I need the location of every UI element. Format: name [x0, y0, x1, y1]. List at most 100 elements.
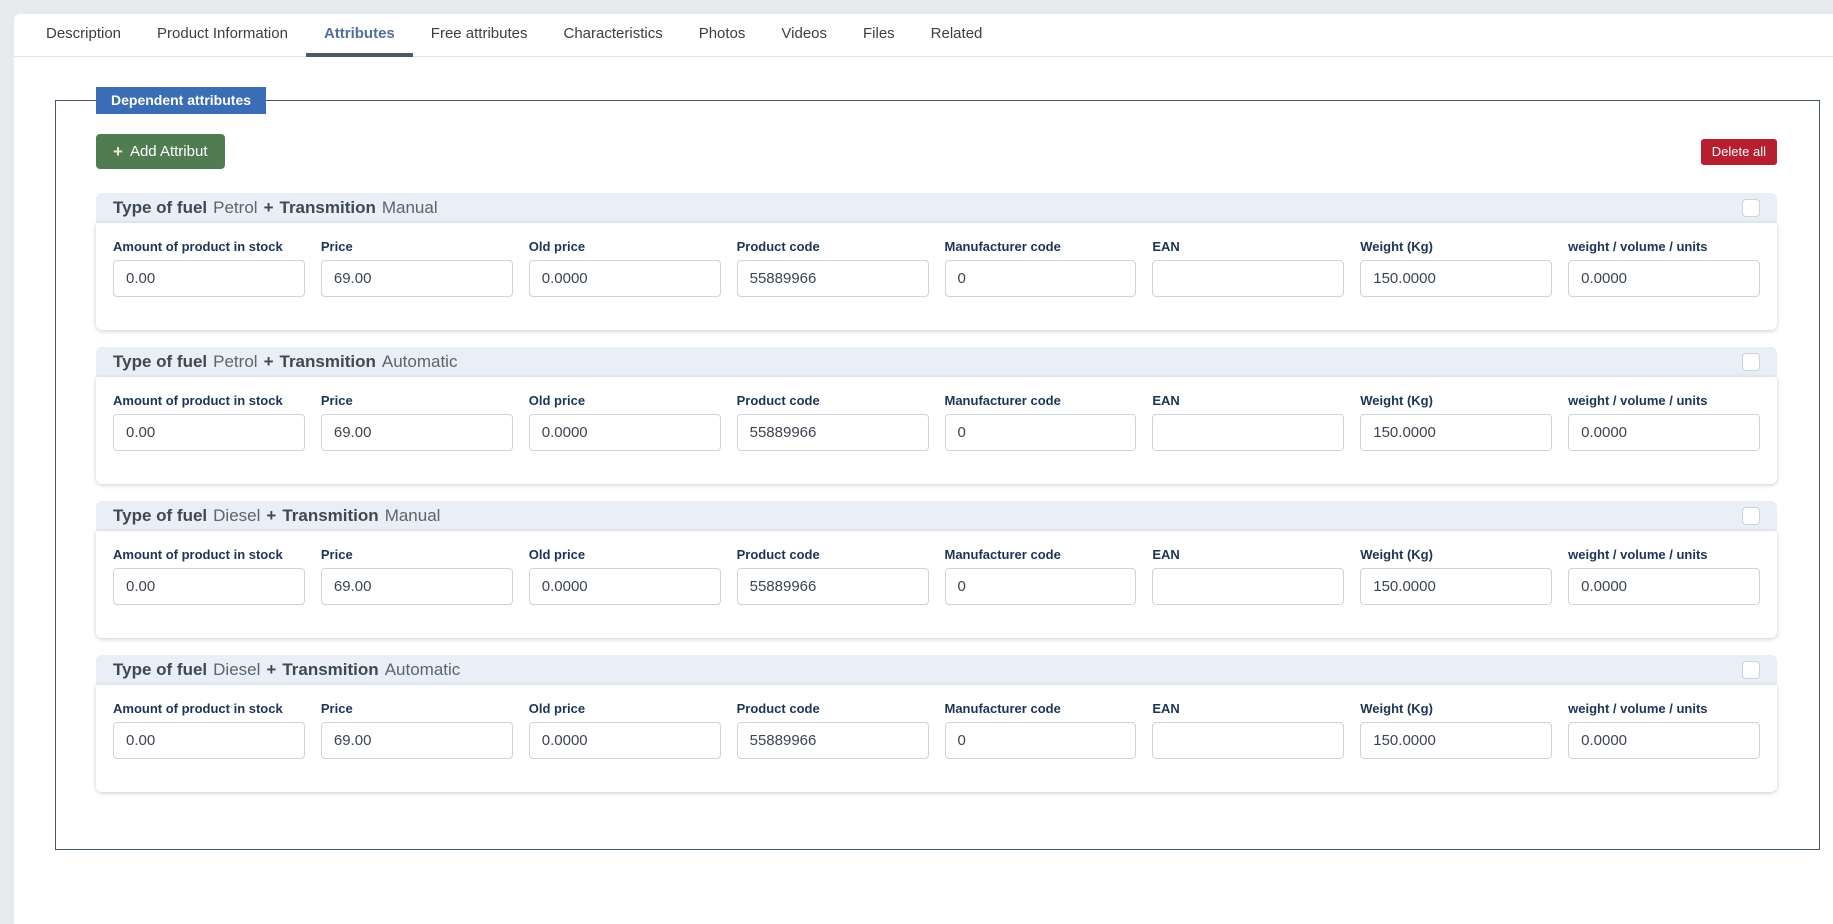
field-input[interactable]: [113, 568, 305, 605]
group-trans-label: Transmition: [282, 506, 378, 526]
group-fuel-value: Diesel: [213, 506, 260, 526]
field-label: weight / volume / units: [1568, 239, 1760, 254]
plus-icon: +: [113, 143, 123, 160]
field: Price: [321, 701, 513, 759]
field-input[interactable]: [529, 722, 721, 759]
field-input[interactable]: [737, 414, 929, 451]
field: Weight (Kg): [1360, 239, 1552, 297]
field: Manufacturer code: [945, 393, 1137, 451]
field-label: EAN: [1152, 547, 1344, 562]
field-label: Price: [321, 239, 513, 254]
content-card: Description Product Information Attribut…: [14, 14, 1833, 924]
group-select-checkbox[interactable]: [1742, 507, 1760, 525]
group-select-checkbox[interactable]: [1742, 661, 1760, 679]
field: Amount of product in stock: [113, 393, 305, 451]
group-select-checkbox[interactable]: [1742, 199, 1760, 217]
field-input[interactable]: [737, 260, 929, 297]
field-input[interactable]: [945, 260, 1137, 297]
field-label: Manufacturer code: [945, 547, 1137, 562]
add-attribute-button[interactable]: + Add Attribut: [96, 134, 225, 169]
field: EAN: [1152, 701, 1344, 759]
tab-free-attributes[interactable]: Free attributes: [413, 14, 546, 57]
tab-related[interactable]: Related: [913, 14, 1001, 57]
field-input[interactable]: [529, 568, 721, 605]
field-label: Amount of product in stock: [113, 239, 305, 254]
tab-characteristics[interactable]: Characteristics: [546, 14, 681, 57]
field-label: Weight (Kg): [1360, 547, 1552, 562]
dependent-attributes-panel: Dependent attributes + Add Attribut Dele…: [55, 100, 1820, 850]
field-input[interactable]: [1152, 414, 1344, 451]
field: Product code: [737, 239, 929, 297]
field-label: weight / volume / units: [1568, 547, 1760, 562]
field-input[interactable]: [529, 414, 721, 451]
field-input[interactable]: [1360, 260, 1552, 297]
field-input[interactable]: [945, 414, 1137, 451]
tab-description[interactable]: Description: [28, 14, 139, 57]
tab-photos[interactable]: Photos: [681, 14, 764, 57]
field-label: Old price: [529, 393, 721, 408]
field: Manufacturer code: [945, 701, 1137, 759]
add-attribute-label: Add Attribut: [130, 143, 208, 160]
field-label: Product code: [737, 701, 929, 716]
tab-product-information[interactable]: Product Information: [139, 14, 306, 57]
field-label: Weight (Kg): [1360, 701, 1552, 716]
field: Weight (Kg): [1360, 547, 1552, 605]
attribute-group-header: Type of fuel Diesel + Transmition Automa…: [96, 655, 1777, 685]
field-input[interactable]: [321, 260, 513, 297]
field: Amount of product in stock: [113, 239, 305, 297]
delete-all-button[interactable]: Delete all: [1701, 139, 1777, 165]
field-label: Product code: [737, 547, 929, 562]
field-input[interactable]: [1152, 722, 1344, 759]
field-input[interactable]: [113, 414, 305, 451]
field-input[interactable]: [113, 260, 305, 297]
group-fuel-label: Type of fuel: [113, 198, 207, 218]
attribute-group-header: Type of fuel Petrol + Transmition Automa…: [96, 347, 1777, 377]
group-trans-label: Transmition: [282, 660, 378, 680]
tab-videos[interactable]: Videos: [763, 14, 845, 57]
field: Product code: [737, 701, 929, 759]
field-input[interactable]: [1360, 414, 1552, 451]
tab-bar: Description Product Information Attribut…: [14, 14, 1833, 57]
tab-attributes[interactable]: Attributes: [306, 14, 413, 57]
field-input[interactable]: [1568, 568, 1760, 605]
group-joiner: +: [264, 352, 274, 372]
field: Price: [321, 239, 513, 297]
field-input[interactable]: [1360, 722, 1552, 759]
attribute-group: Type of fuel Diesel + Transmition Manual…: [96, 501, 1777, 638]
group-fuel-value: Diesel: [213, 660, 260, 680]
field: Amount of product in stock: [113, 701, 305, 759]
group-fuel-label: Type of fuel: [113, 506, 207, 526]
field: Product code: [737, 393, 929, 451]
field-input[interactable]: [321, 722, 513, 759]
field-label: Manufacturer code: [945, 239, 1137, 254]
group-fuel-label: Type of fuel: [113, 352, 207, 372]
field-input[interactable]: [945, 568, 1137, 605]
field-input[interactable]: [321, 414, 513, 451]
field-input[interactable]: [529, 260, 721, 297]
field-input[interactable]: [1568, 260, 1760, 297]
group-joiner: +: [264, 198, 274, 218]
field-label: Amount of product in stock: [113, 393, 305, 408]
group-trans-value: Manual: [385, 506, 441, 526]
group-trans-value: Manual: [382, 198, 438, 218]
tab-files[interactable]: Files: [845, 14, 913, 57]
group-select-checkbox[interactable]: [1742, 353, 1760, 371]
field-input[interactable]: [1568, 414, 1760, 451]
field-input[interactable]: [113, 722, 305, 759]
field-label: EAN: [1152, 393, 1344, 408]
field-input[interactable]: [737, 568, 929, 605]
field-input[interactable]: [1152, 568, 1344, 605]
field-label: Amount of product in stock: [113, 701, 305, 716]
field-input[interactable]: [321, 568, 513, 605]
attribute-group: Type of fuel Diesel + Transmition Automa…: [96, 655, 1777, 792]
field-input[interactable]: [1568, 722, 1760, 759]
field-input[interactable]: [1360, 568, 1552, 605]
field-label: Old price: [529, 701, 721, 716]
groups-container: Type of fuel Petrol + Transmition Manual…: [96, 193, 1777, 792]
field-label: Price: [321, 701, 513, 716]
field-input[interactable]: [737, 722, 929, 759]
field: Price: [321, 393, 513, 451]
field: Weight (Kg): [1360, 701, 1552, 759]
field-input[interactable]: [1152, 260, 1344, 297]
field-input[interactable]: [945, 722, 1137, 759]
